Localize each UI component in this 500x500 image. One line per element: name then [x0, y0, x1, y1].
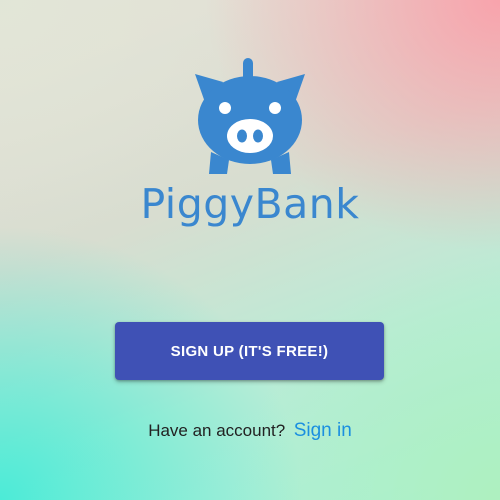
signin-row: Have an account? Sign in — [0, 420, 500, 442]
signin-link[interactable]: Sign in — [294, 420, 352, 441]
signup-button[interactable]: SIGN UP (IT'S FREE!) — [115, 322, 384, 380]
brand-name: PiggyBank — [140, 180, 360, 228]
signin-prompt: Have an account? — [148, 421, 286, 440]
piggy-bank-icon — [187, 56, 313, 182]
